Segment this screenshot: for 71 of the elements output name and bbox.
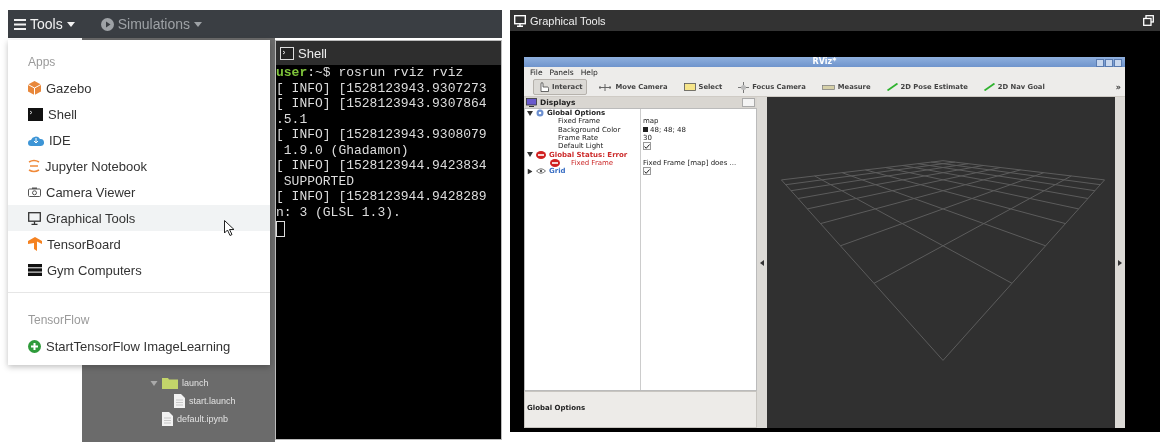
file-tree-item[interactable]: start.launch [82, 392, 275, 410]
terminal-output-line: [ INFO] [1528123944.9428289 [276, 189, 488, 205]
monitor-icon [526, 98, 537, 107]
menu-section-header: TensorFlow [27, 312, 90, 329]
move-icon [598, 82, 613, 92]
error-icon [550, 158, 560, 167]
menu-item[interactable]: Graphical Tools [8, 205, 270, 231]
window-title: RViz* [812, 57, 837, 67]
caret-icon[interactable] [527, 152, 533, 158]
hand-icon [538, 82, 549, 92]
nav-menu-button[interactable]: Tools [14, 16, 75, 32]
minimize-button[interactable] [1096, 59, 1104, 67]
window-title: Graphical Tools [530, 14, 607, 27]
terminal-cursor [276, 221, 285, 237]
terminal-output-line: [ INFO] [1528123943.9307273 [276, 80, 488, 96]
selection-box-icon [683, 83, 696, 91]
maximize-button[interactable] [1105, 59, 1113, 67]
camera-icon [28, 187, 41, 197]
collapse-left-icon[interactable] [760, 259, 764, 266]
add-icon [28, 339, 41, 353]
terminal-output-line: SUPPORTED [282, 173, 355, 189]
nav-menu-button[interactable]: Simulations [100, 16, 203, 32]
monitor-icon [514, 14, 526, 27]
menu-item[interactable]: IDE [8, 127, 270, 153]
toolbar-overflow-button[interactable]: » [1115, 82, 1121, 92]
menu-item[interactable]: Gym Computers [8, 257, 270, 283]
monitor-icon [28, 211, 41, 225]
terminal-command-line: user:~$ rosrun rviz rviz [276, 65, 465, 81]
terminal-output-line: [ INFO] [1528123944.9423834 [276, 158, 488, 174]
crosshair-icon [738, 81, 750, 93]
close-button[interactable] [1114, 59, 1122, 67]
caret-icon [66, 21, 75, 27]
cube-icon [28, 81, 41, 95]
collapse-right-icon[interactable] [1118, 259, 1122, 266]
terminal-output-line: [ INFO] [1528123943.9307864 [276, 96, 488, 112]
terminal-output-line: .5.1 [276, 111, 309, 127]
tensorboard-icon [28, 237, 42, 251]
terminal-icon [28, 107, 43, 121]
menu-item[interactable]: StartTensorFlow ImageLearning [8, 333, 270, 359]
caret-icon[interactable] [527, 168, 533, 175]
terminal-icon [280, 46, 294, 60]
stack-icon [28, 264, 42, 276]
menu-item[interactable]: TensorBoard [8, 231, 270, 257]
jupyter-icon [28, 159, 40, 173]
mouse-pointer-icon [224, 220, 235, 236]
menu-item[interactable]: Jupyter Notebook [8, 153, 270, 179]
checkbox[interactable] [643, 167, 651, 176]
caret-icon [194, 21, 203, 27]
eye-icon [536, 168, 546, 175]
caret-icon[interactable] [527, 110, 533, 116]
file-icon [174, 394, 185, 408]
folder-icon [162, 377, 178, 389]
file-icon [162, 412, 173, 426]
terminal-output-line: 1.9.0 (Ghadamon) [282, 142, 410, 158]
restore-window-icon[interactable] [1143, 15, 1154, 26]
cloud-icon [28, 134, 44, 146]
menu-section-header: Apps [27, 54, 56, 71]
menu-item[interactable]: Camera Viewer [8, 179, 270, 205]
menu-icon [14, 18, 26, 30]
file-tree-item[interactable]: launch [82, 374, 275, 392]
terminal-output-line: [ INFO] [1528123943.9308079 [276, 127, 488, 143]
file-tree-item[interactable]: default.ipynb [82, 410, 275, 428]
play-icon [100, 17, 114, 31]
menu-item[interactable]: Gazebo [8, 75, 270, 101]
color-swatch [643, 127, 648, 133]
ruler-icon [821, 84, 835, 90]
terminal-output-line: n: 3 (GLSL 1.3). [276, 204, 402, 220]
window-title: Shell [298, 45, 327, 61]
checkbox[interactable] [643, 142, 651, 151]
error-icon [536, 150, 546, 159]
menu-item[interactable]: Shell [8, 101, 270, 127]
